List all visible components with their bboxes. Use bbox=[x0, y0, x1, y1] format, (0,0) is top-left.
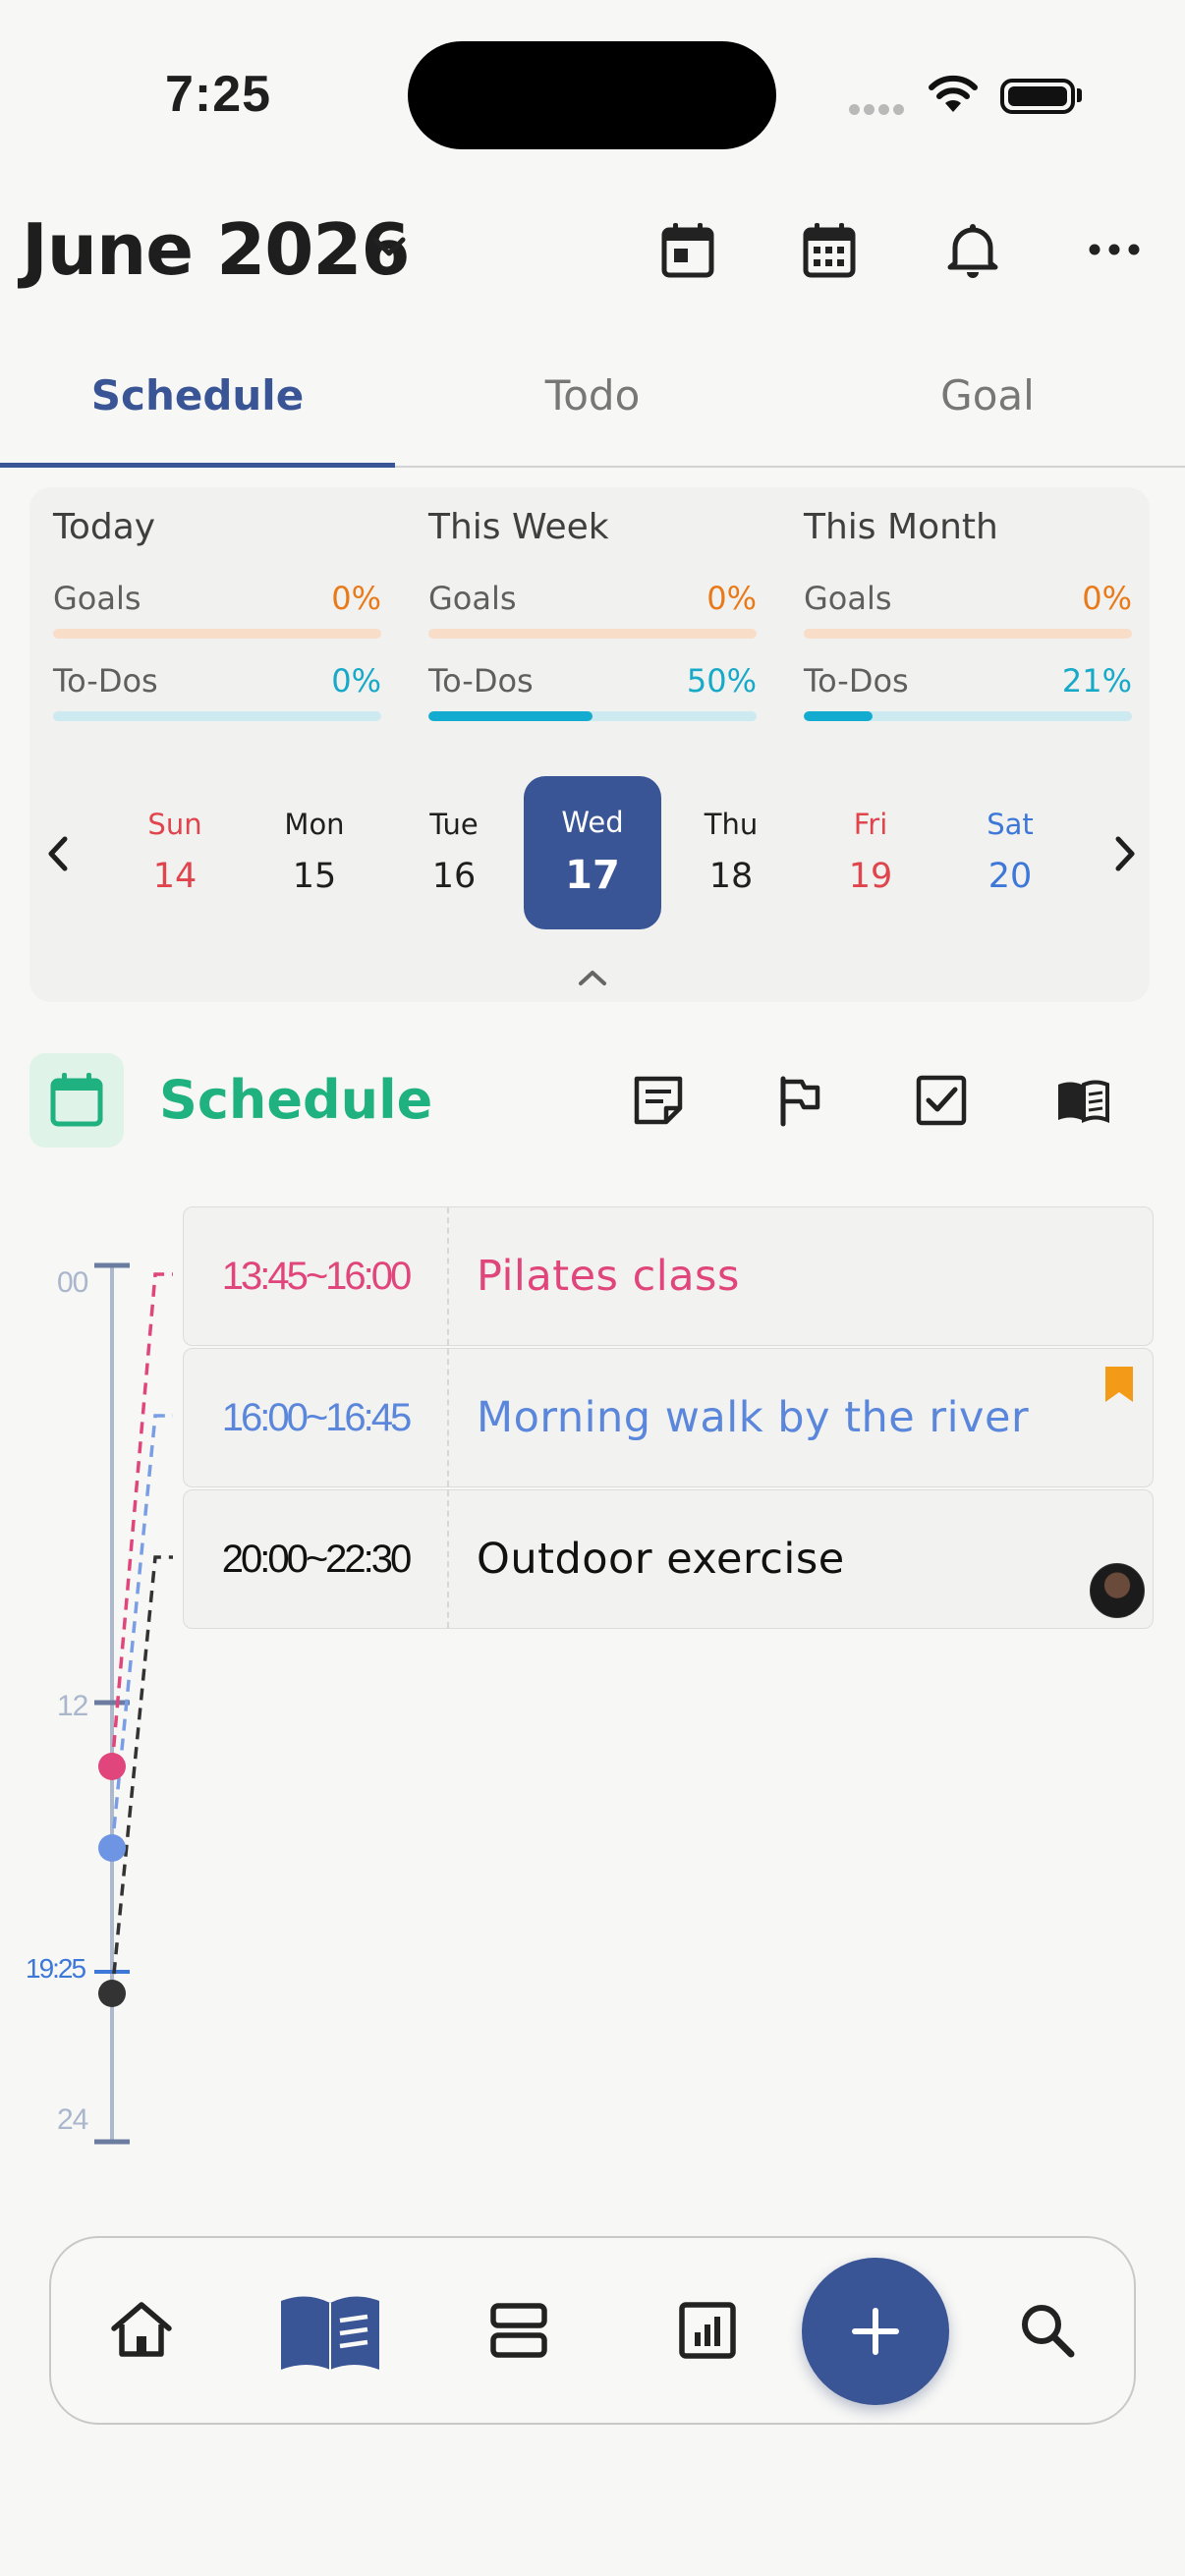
todos-label: To-Dos bbox=[428, 662, 534, 700]
statistics-icon[interactable] bbox=[670, 2293, 745, 2368]
memo-icon[interactable] bbox=[631, 1073, 686, 1128]
todos-label: To-Dos bbox=[804, 662, 909, 700]
more-options-icon[interactable] bbox=[1083, 218, 1146, 281]
summary-title: This Week bbox=[428, 507, 609, 547]
event-time: 13:45~16:00 bbox=[184, 1207, 449, 1345]
goals-progress-bar bbox=[428, 629, 757, 639]
summary-title: This Month bbox=[804, 507, 998, 547]
schedule-icon-badge bbox=[29, 1053, 124, 1148]
day-date: 19 bbox=[848, 857, 893, 896]
bottom-navigation-bar bbox=[49, 2236, 1136, 2425]
active-tab-indicator bbox=[0, 463, 395, 468]
flag-icon[interactable] bbox=[772, 1073, 827, 1128]
event-title: Pilates class bbox=[477, 1252, 740, 1301]
summary-today: Today Goals 0% To-Dos 0% bbox=[53, 507, 381, 721]
status-time: 7:25 bbox=[165, 66, 272, 123]
calendar-month-icon[interactable] bbox=[798, 218, 861, 281]
list-view-icon[interactable] bbox=[481, 2293, 556, 2368]
bookmark-icon bbox=[1105, 1367, 1133, 1402]
journal-icon[interactable] bbox=[279, 2289, 381, 2372]
wifi-icon bbox=[929, 75, 978, 112]
day-name: Thu bbox=[704, 808, 759, 841]
tick-label-24: 24 bbox=[57, 2103, 88, 2136]
home-icon[interactable] bbox=[104, 2293, 179, 2368]
day-sat[interactable]: Sat 20 bbox=[941, 776, 1079, 929]
bell-icon[interactable] bbox=[941, 218, 1004, 281]
tab-schedule[interactable]: Schedule bbox=[0, 371, 395, 420]
goals-percent: 0% bbox=[331, 580, 381, 617]
day-date: 17 bbox=[565, 853, 620, 898]
todos-percent: 21% bbox=[1061, 662, 1132, 700]
event-card[interactable]: 20:00~22:30 Outdoor exercise bbox=[183, 1489, 1154, 1629]
goals-percent: 0% bbox=[1082, 580, 1132, 617]
battery-tip bbox=[1077, 88, 1082, 102]
event-card[interactable]: 13:45~16:00 Pilates class bbox=[183, 1206, 1154, 1346]
day-date: 20 bbox=[988, 857, 1033, 896]
goals-percent: 0% bbox=[706, 580, 757, 617]
event-time: 20:00~22:30 bbox=[184, 1490, 449, 1628]
chevron-down-icon[interactable] bbox=[371, 236, 407, 259]
chevron-right-icon[interactable] bbox=[1110, 833, 1140, 874]
day-date: 14 bbox=[152, 857, 198, 896]
calendar-day-icon[interactable] bbox=[656, 218, 719, 281]
event-marker-2 bbox=[98, 1834, 126, 1862]
day-wed-selected[interactable]: Wed 17 bbox=[524, 776, 661, 929]
goals-label: Goals bbox=[428, 580, 517, 617]
battery-icon bbox=[1000, 79, 1075, 114]
calendar-icon bbox=[50, 1073, 103, 1127]
day-timeline: 00 12 24 bbox=[57, 1262, 173, 2145]
day-thu[interactable]: Thu 18 bbox=[662, 776, 800, 929]
event-title: Outdoor exercise bbox=[477, 1535, 845, 1584]
summary-this-month: This Month Goals 0% To-Dos 21% bbox=[804, 507, 1132, 721]
event-connector-2 bbox=[110, 1414, 173, 1849]
day-name: Fri bbox=[853, 808, 888, 841]
chevron-left-icon[interactable] bbox=[43, 833, 73, 874]
current-time-label: 19:25 bbox=[26, 1953, 86, 1984]
tick-label-00: 00 bbox=[57, 1266, 88, 1299]
todos-progress-bar bbox=[53, 711, 381, 721]
event-marker-1 bbox=[98, 1753, 126, 1780]
summary-title: Today bbox=[53, 507, 156, 547]
todos-label: To-Dos bbox=[53, 662, 158, 700]
dynamic-island bbox=[408, 41, 776, 149]
todos-percent: 50% bbox=[686, 662, 757, 700]
day-date: 15 bbox=[292, 857, 337, 896]
event-title: Morning walk by the river bbox=[477, 1393, 1030, 1442]
goals-progress-bar bbox=[804, 629, 1132, 639]
todos-percent: 0% bbox=[331, 662, 381, 700]
event-card[interactable]: 16:00~16:45 Morning walk by the river bbox=[183, 1348, 1154, 1487]
goals-progress-bar bbox=[53, 629, 381, 639]
tab-todo[interactable]: Todo bbox=[395, 371, 790, 420]
day-name: Sat bbox=[987, 808, 1034, 841]
todos-progress-bar bbox=[804, 711, 1132, 721]
day-name: Tue bbox=[429, 808, 479, 841]
chevron-up-icon[interactable] bbox=[576, 967, 609, 988]
day-date: 16 bbox=[431, 857, 477, 896]
summary-this-week: This Week Goals 0% To-Dos 50% bbox=[428, 507, 757, 721]
day-mon[interactable]: Mon 15 bbox=[246, 776, 383, 929]
day-name: Sun bbox=[147, 808, 202, 841]
todos-progress-bar bbox=[428, 711, 757, 721]
plus-icon bbox=[852, 2308, 899, 2355]
tick-label-12: 12 bbox=[57, 1690, 88, 1722]
avatar bbox=[1090, 1563, 1145, 1618]
add-button[interactable] bbox=[802, 2258, 949, 2405]
goals-label: Goals bbox=[53, 580, 141, 617]
search-icon[interactable] bbox=[1010, 2293, 1085, 2368]
event-time: 16:00~16:45 bbox=[184, 1349, 449, 1486]
day-sun[interactable]: Sun 14 bbox=[106, 776, 244, 929]
book-icon[interactable] bbox=[1055, 1073, 1110, 1128]
schedule-section-title: Schedule bbox=[159, 1069, 433, 1131]
day-fri[interactable]: Fri 19 bbox=[802, 776, 939, 929]
tab-goal[interactable]: Goal bbox=[790, 371, 1185, 420]
goals-label: Goals bbox=[804, 580, 892, 617]
day-tue[interactable]: Tue 16 bbox=[385, 776, 523, 929]
event-marker-3 bbox=[98, 1980, 126, 2007]
day-name: Wed bbox=[561, 806, 624, 839]
checkbox-icon[interactable] bbox=[914, 1073, 969, 1128]
month-title[interactable]: June 2026 bbox=[22, 208, 411, 291]
signal-dots-icon bbox=[849, 102, 908, 116]
day-name: Mon bbox=[284, 808, 345, 841]
day-date: 18 bbox=[708, 857, 754, 896]
